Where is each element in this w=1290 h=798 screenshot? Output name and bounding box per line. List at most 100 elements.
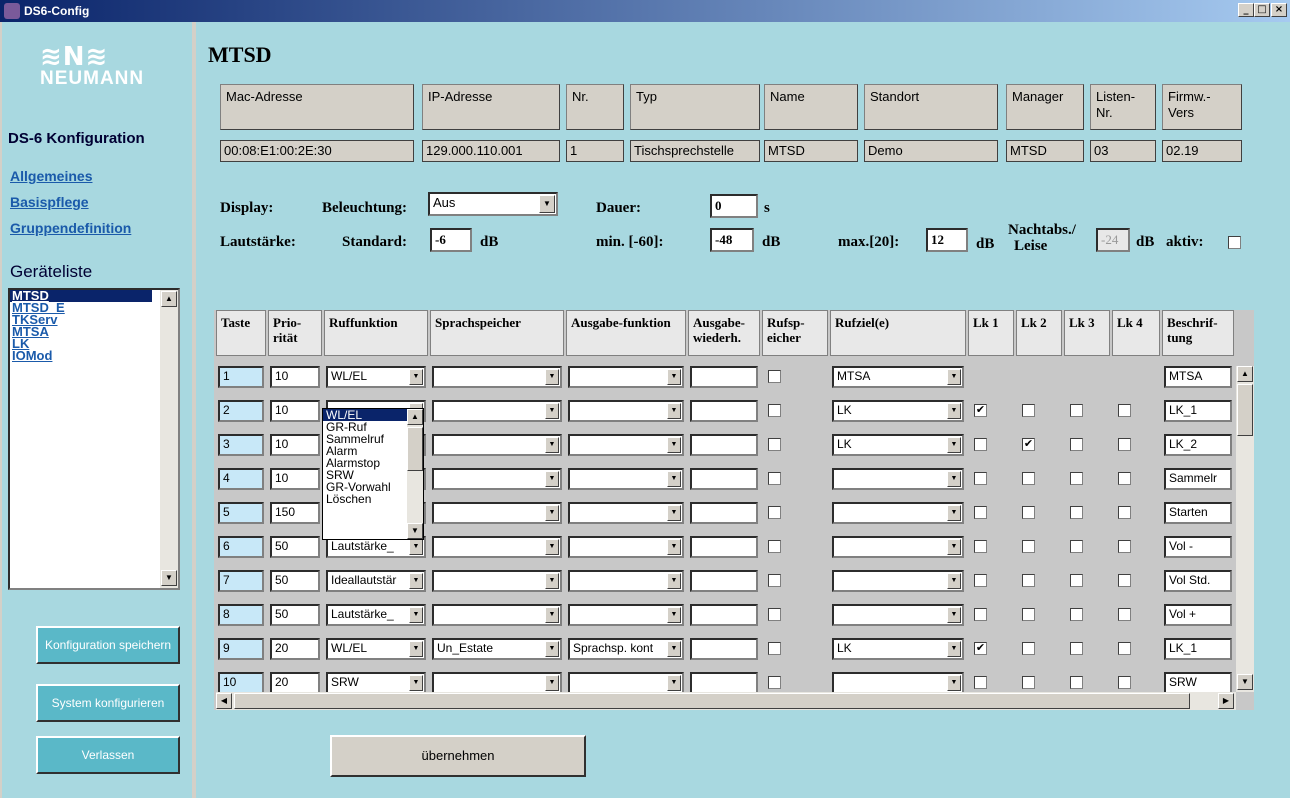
wdh-cell[interactable] (690, 536, 758, 558)
table-horizontal-scrollbar[interactable]: ◀ ▶ (216, 692, 1236, 710)
scroll-up-icon[interactable]: ▲ (1237, 366, 1253, 382)
lk-checkbox[interactable] (974, 676, 987, 689)
lk-checkbox[interactable] (1070, 608, 1083, 621)
prio-cell[interactable]: 20 (270, 638, 320, 660)
chevron-down-icon[interactable]: ▼ (947, 471, 961, 487)
chevron-down-icon[interactable]: ▼ (539, 195, 555, 213)
max-volume-input[interactable]: 12 (926, 228, 968, 252)
ruf-select[interactable]: WL/EL ▼ (326, 638, 426, 660)
taste-cell[interactable]: 5 (218, 502, 264, 524)
taste-cell[interactable]: 10 (218, 672, 264, 694)
lk-checkbox[interactable] (1118, 540, 1131, 553)
scroll-thumb[interactable] (1237, 384, 1253, 436)
ziel-select[interactable]: LK ▼ (832, 400, 964, 422)
chevron-down-icon[interactable]: ▼ (545, 437, 559, 453)
scroll-thumb[interactable] (407, 427, 423, 471)
lk-checkbox[interactable] (1022, 472, 1035, 485)
chevron-down-icon[interactable]: ▼ (545, 573, 559, 589)
taste-cell[interactable]: 7 (218, 570, 264, 592)
scroll-left-icon[interactable]: ◀ (216, 693, 232, 709)
ausgabe-select[interactable]: ▼ (568, 672, 684, 694)
ziel-select[interactable]: ▼ (832, 604, 964, 626)
lk-checkbox[interactable] (974, 506, 987, 519)
label-cell[interactable]: Vol Std. (1164, 570, 1232, 592)
sprach-select[interactable]: ▼ (432, 434, 562, 456)
ausgabe-select[interactable]: ▼ (568, 570, 684, 592)
lk-checkbox[interactable] (1022, 506, 1035, 519)
chevron-down-icon[interactable]: ▼ (947, 539, 961, 555)
rufspeicher-checkbox[interactable] (768, 506, 781, 519)
chevron-down-icon[interactable]: ▼ (667, 471, 681, 487)
chevron-down-icon[interactable]: ▼ (545, 471, 559, 487)
lk-checkbox[interactable] (1070, 540, 1083, 553)
chevron-down-icon[interactable]: ▼ (667, 641, 681, 657)
rufspeicher-checkbox[interactable] (768, 404, 781, 417)
lk-checkbox[interactable] (1022, 676, 1035, 689)
ausgabe-select[interactable]: Sprachsp. kont ▼ (568, 638, 684, 660)
ziel-select[interactable]: LK ▼ (832, 638, 964, 660)
sprach-select[interactable]: Un_Estate ▼ (432, 638, 562, 660)
lk-checkbox[interactable] (1022, 540, 1035, 553)
lk-checkbox[interactable] (1022, 608, 1035, 621)
prio-cell[interactable]: 10 (270, 400, 320, 422)
scroll-down-icon[interactable]: ▼ (161, 570, 177, 586)
chevron-down-icon[interactable]: ▼ (667, 573, 681, 589)
ziel-select[interactable]: MTSA ▼ (832, 366, 964, 388)
taste-cell[interactable]: 3 (218, 434, 264, 456)
taste-cell[interactable]: 8 (218, 604, 264, 626)
nav-link-gruppendefinition[interactable]: Gruppendefinition (10, 220, 131, 236)
rufspeicher-checkbox[interactable] (768, 438, 781, 451)
chevron-down-icon[interactable]: ▼ (545, 505, 559, 521)
label-cell[interactable]: Vol - (1164, 536, 1232, 558)
lk-checkbox[interactable] (974, 472, 987, 485)
maximize-button[interactable]: □ (1254, 3, 1270, 17)
lk-checkbox[interactable] (974, 438, 987, 451)
lk-checkbox[interactable] (1070, 642, 1083, 655)
chevron-down-icon[interactable]: ▼ (947, 403, 961, 419)
prio-cell[interactable]: 10 (270, 366, 320, 388)
sprach-select[interactable]: ▼ (432, 570, 562, 592)
label-cell[interactable]: MTSA (1164, 366, 1232, 388)
wdh-cell[interactable] (690, 366, 758, 388)
ruf-select[interactable]: WL/EL ▼ (326, 366, 426, 388)
chevron-down-icon[interactable]: ▼ (947, 641, 961, 657)
min-volume-input[interactable]: -48 (710, 228, 754, 252)
taste-cell[interactable]: 6 (218, 536, 264, 558)
chevron-down-icon[interactable]: ▼ (667, 539, 681, 555)
sprach-select[interactable]: ▼ (432, 536, 562, 558)
wdh-cell[interactable] (690, 672, 758, 694)
prio-cell[interactable]: 10 (270, 434, 320, 456)
chevron-down-icon[interactable]: ▼ (667, 403, 681, 419)
chevron-down-icon[interactable]: ▼ (947, 505, 961, 521)
prio-cell[interactable]: 150 (270, 502, 320, 524)
lk-checkbox[interactable] (1022, 642, 1035, 655)
label-cell[interactable]: SRW (1164, 672, 1232, 694)
ausgabe-select[interactable]: ▼ (568, 468, 684, 490)
lk-checkbox[interactable] (1070, 506, 1083, 519)
chevron-down-icon[interactable]: ▼ (947, 573, 961, 589)
wdh-cell[interactable] (690, 502, 758, 524)
label-cell[interactable]: LK_1 (1164, 400, 1232, 422)
scroll-up-icon[interactable]: ▲ (161, 291, 177, 307)
lk-checkbox[interactable] (1070, 676, 1083, 689)
chevron-down-icon[interactable]: ▼ (667, 369, 681, 385)
ziel-select[interactable]: ▼ (832, 536, 964, 558)
sprach-select[interactable]: ▼ (432, 400, 562, 422)
sprach-select[interactable]: ▼ (432, 366, 562, 388)
sprach-select[interactable]: ▼ (432, 672, 562, 694)
chevron-down-icon[interactable]: ▼ (545, 403, 559, 419)
wdh-cell[interactable] (690, 468, 758, 490)
rufspeicher-checkbox[interactable] (768, 676, 781, 689)
lk-checkbox[interactable]: ✔ (974, 404, 987, 417)
lk-checkbox[interactable] (974, 540, 987, 553)
chevron-down-icon[interactable]: ▼ (667, 607, 681, 623)
ausgabe-select[interactable]: ▼ (568, 502, 684, 524)
taste-cell[interactable]: 9 (218, 638, 264, 660)
wdh-cell[interactable] (690, 434, 758, 456)
device-list[interactable]: MTSD MTSD_E TKServ MTSA LK IOMod ▲ ▼ (8, 288, 180, 590)
chevron-down-icon[interactable]: ▼ (947, 369, 961, 385)
chevron-down-icon[interactable]: ▼ (545, 675, 559, 691)
device-list-item[interactable]: IOMod (10, 349, 152, 362)
lk-checkbox[interactable] (1118, 506, 1131, 519)
chevron-down-icon[interactable]: ▼ (409, 675, 423, 691)
